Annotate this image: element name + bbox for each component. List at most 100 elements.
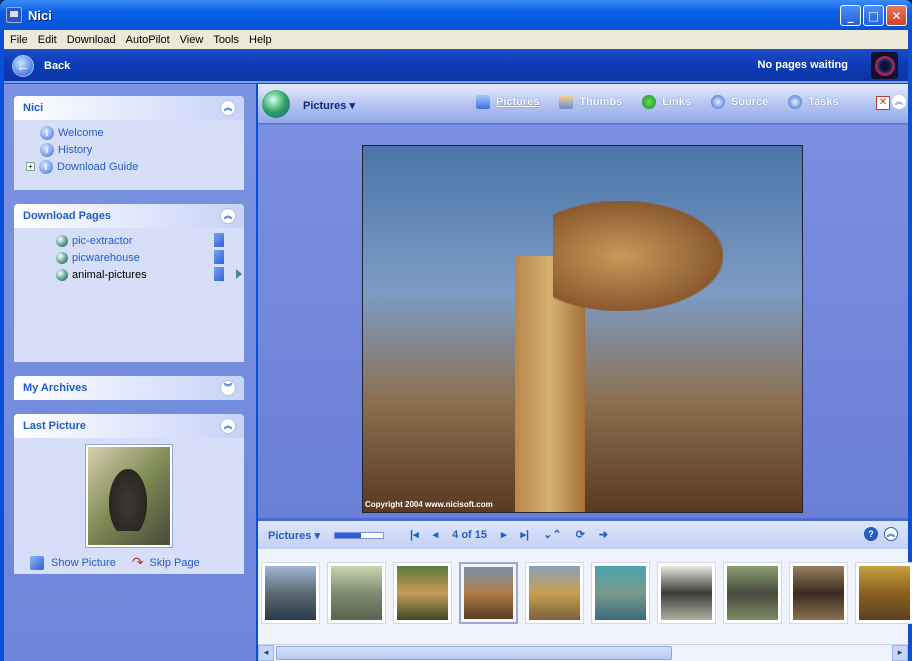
back-label: Back [44,60,71,72]
download-progress-bar [334,531,384,539]
menu-help[interactable]: Help [245,34,276,46]
tab-links[interactable]: Links [642,95,691,109]
last-picture-icon[interactable]: ▸| [521,528,530,541]
strip-label: Pictures [268,529,312,542]
links-icon [642,95,657,109]
view-dropdown[interactable]: Pictures ▾ [303,99,355,112]
thumbnail-item[interactable] [789,562,848,624]
collapse-chevron-icon[interactable]: ︽ [220,100,236,116]
thumbnail-item[interactable] [393,562,452,624]
horizontal-scrollbar[interactable]: ◂ ▸ [258,644,908,661]
thumbnail-item[interactable] [525,562,584,624]
menu-download[interactable]: Download [63,34,120,46]
maximize-button[interactable]: □ [863,5,884,26]
info-icon: i [40,142,54,157]
info-icon [788,95,803,109]
tab-label: Thumbs [579,96,623,108]
item-label: History [58,143,93,156]
thumbnail-item[interactable] [723,562,782,624]
previous-picture-icon[interactable]: ◂ [433,528,439,541]
page-status-icon [214,233,224,247]
thumbnail-image [793,566,844,620]
page-globe-icon [56,234,68,247]
forward-icon[interactable]: ➜ [599,528,608,541]
tab-thumbs[interactable]: Thumbs [559,95,622,109]
thumbnail-item[interactable] [855,562,912,624]
menu-bar: File Edit Download AutoPilot View Tools … [4,30,908,49]
expand-chevron-icon[interactable]: ︾ [220,380,236,396]
tab-pictures[interactable]: Pictures [476,95,539,109]
menu-tools[interactable]: Tools [209,34,243,46]
scroll-right-icon[interactable]: ▸ [892,645,908,661]
back-arrow-icon: ← [12,55,34,77]
item-label: pic-extractor [72,234,133,247]
nici-logo-icon [871,52,898,79]
thumbnail-image [331,566,382,620]
panel-nici-header[interactable]: Nici ︽ [14,96,244,120]
panel-title: Last Picture [23,420,86,432]
panel-last-picture: Last Picture ︽ Show Picture ↷ Skip Page [14,414,244,574]
tab-label: Tasks [808,96,839,108]
thumbnail-image [595,566,646,620]
picture-viewer: Copyright 2004 www.nicisoft.com [258,125,908,518]
tab-label: Source [730,96,769,108]
show-picture-link[interactable]: Show Picture [51,557,116,569]
page-globe-icon [56,251,68,264]
close-button[interactable]: ✕ [886,5,907,26]
sidebar-item-welcome[interactable]: i Welcome [40,124,244,141]
globe-monitor-icon [262,90,290,118]
scroll-thumb[interactable] [276,646,672,660]
panel-download-pages-header[interactable]: Download Pages ︽ [14,204,244,228]
panel-title: Nici [23,102,44,114]
panel-last-picture-header[interactable]: Last Picture ︽ [14,414,244,438]
thumbnail-image [397,566,448,620]
sidebar-item-history[interactable]: i History [40,141,244,158]
last-picture-thumbnail[interactable] [85,444,173,548]
panel-my-archives-header[interactable]: My Archives ︾ [14,376,244,400]
menu-file[interactable]: File [6,34,32,46]
collapse-chevron-icon[interactable]: ︽ [220,418,236,434]
monitor-icon [476,95,490,109]
strip-view-dropdown[interactable]: Pictures ▾ [268,529,320,542]
giraffe-photo[interactable]: Copyright 2004 www.nicisoft.com [362,145,803,513]
shrink-icon[interactable]: ⌄⌃ [543,528,561,541]
collapse-chevron-icon[interactable]: ︽ [884,527,898,541]
item-label: picwarehouse [72,251,140,264]
status-text: No pages waiting [757,59,848,71]
thumbnail-item[interactable] [459,562,518,624]
help-icon[interactable]: ? [864,527,878,541]
menu-autopilot[interactable]: AutoPilot [122,34,174,46]
info-icon: i [39,159,53,174]
scroll-left-icon[interactable]: ◂ [258,645,274,661]
next-picture-icon[interactable]: ▸ [501,528,507,541]
menu-view[interactable]: View [176,34,208,46]
expand-plus-icon[interactable]: + [26,162,35,171]
collapse-chevron-icon[interactable]: ︽ [220,208,236,224]
tab-source[interactable]: Source [710,95,769,109]
title-bar: Nici _ □ ✕ [0,0,912,30]
sidebar-item-download-guide[interactable]: + i Download Guide [26,158,244,175]
rotate-icon[interactable]: ⟳ [576,528,585,541]
photo-copyright: Copyright 2004 www.nicisoft.com [365,500,493,509]
first-picture-icon[interactable]: |◂ [410,528,419,541]
main-header: Pictures ▾ Pictures Thumbs Links Source … [258,84,908,124]
thumbnail-item[interactable] [327,562,386,624]
page-globe-icon [56,268,68,281]
collapse-chevron-icon[interactable]: ︽ [892,95,906,109]
tab-tasks[interactable]: Tasks [788,95,839,109]
menu-edit[interactable]: Edit [34,34,61,46]
dropdown-arrow-icon: ▾ [349,100,356,112]
thumbnail-item[interactable] [657,562,716,624]
source-icon [710,95,725,109]
thumbnail-image [464,567,513,619]
skip-arrow-icon: ↷ [131,554,144,570]
close-view-icon[interactable]: ✕ [876,96,890,110]
thumbnail-item[interactable] [591,562,650,624]
minimize-button[interactable]: _ [840,5,861,26]
thumbnail-item[interactable] [261,562,320,624]
back-button[interactable]: ← Back [12,52,102,80]
main-area: Pictures ▾ Pictures Thumbs Links Source … [258,84,912,661]
thumbnail-strip: Pictures ▾ |◂ ◂ 4 of 15 ▸ ▸| ⌄⌃ ⟳ ➜ ? ︽ … [258,518,912,661]
thumbnail-image [727,566,778,620]
skip-page-link[interactable]: Skip Page [150,557,200,569]
